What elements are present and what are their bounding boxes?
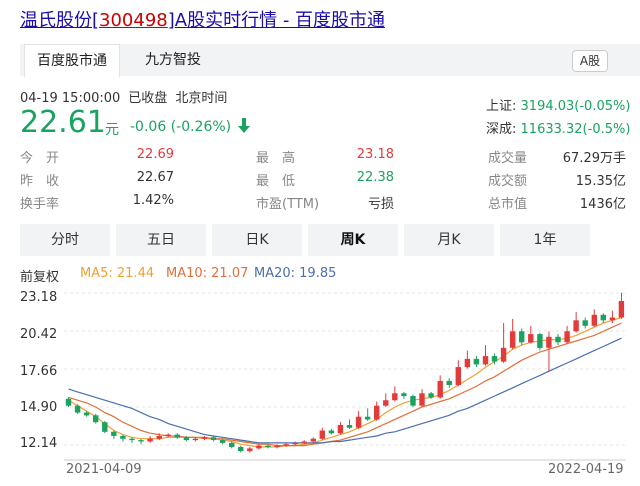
candle-body — [156, 436, 162, 439]
candle-body — [546, 336, 552, 348]
candle-body — [183, 437, 190, 441]
candle-body — [446, 380, 452, 385]
candle-body — [65, 398, 72, 406]
kline-chart[interactable] — [0, 0, 640, 486]
candle-body — [138, 440, 144, 442]
candle-body — [74, 405, 81, 413]
candle-body — [510, 331, 516, 348]
candle-body — [383, 400, 389, 406]
candle-body — [582, 320, 588, 326]
candle-body — [473, 358, 480, 365]
candle-body — [301, 441, 307, 443]
candle-body — [519, 331, 525, 343]
candle-body — [165, 434, 171, 436]
candle-body — [419, 393, 425, 406]
candle-body — [120, 436, 126, 439]
candle-body — [238, 447, 244, 452]
candle-body — [537, 334, 543, 348]
candle-body — [500, 347, 507, 362]
candle-body — [174, 434, 180, 438]
candle-body — [428, 393, 434, 398]
candle-body — [491, 356, 498, 362]
candle-body — [609, 317, 616, 321]
candle-body — [83, 412, 90, 416]
candle-body — [201, 437, 208, 439]
candle-body — [319, 430, 325, 439]
candle-body — [219, 440, 226, 443]
candle-body — [564, 331, 570, 343]
candle-body — [229, 442, 235, 447]
candle-body — [355, 416, 362, 428]
candle-body — [364, 416, 371, 420]
candle-body — [102, 422, 108, 432]
candle-body — [310, 438, 316, 442]
candle-body — [147, 438, 153, 442]
candle-body — [274, 445, 280, 447]
candle-body — [256, 445, 262, 449]
candle-body — [192, 438, 199, 441]
candle-body — [129, 438, 135, 441]
candle-body — [265, 445, 271, 447]
candle-body — [283, 444, 289, 446]
candle-body — [600, 314, 606, 321]
candle-body — [93, 415, 99, 423]
candle-body — [111, 431, 117, 436]
candle-body — [618, 301, 625, 318]
candle-body — [392, 393, 398, 401]
candle-body — [482, 356, 489, 365]
candle-body — [464, 358, 471, 368]
candle-body — [528, 334, 534, 343]
candle-body — [573, 320, 579, 332]
candle-body — [374, 405, 380, 420]
candle-body — [401, 393, 407, 397]
candle-body — [337, 425, 344, 434]
candle-body — [437, 380, 443, 398]
candle-body — [292, 442, 298, 445]
candle-body — [328, 430, 335, 434]
candle-body — [555, 336, 561, 343]
candle-body — [455, 367, 461, 385]
candle-body — [410, 396, 416, 406]
candle-body — [346, 425, 353, 428]
ma-line-ma20 — [68, 337, 622, 444]
candle-body — [591, 314, 597, 326]
candle-body — [210, 437, 217, 441]
candle-body — [247, 448, 253, 452]
